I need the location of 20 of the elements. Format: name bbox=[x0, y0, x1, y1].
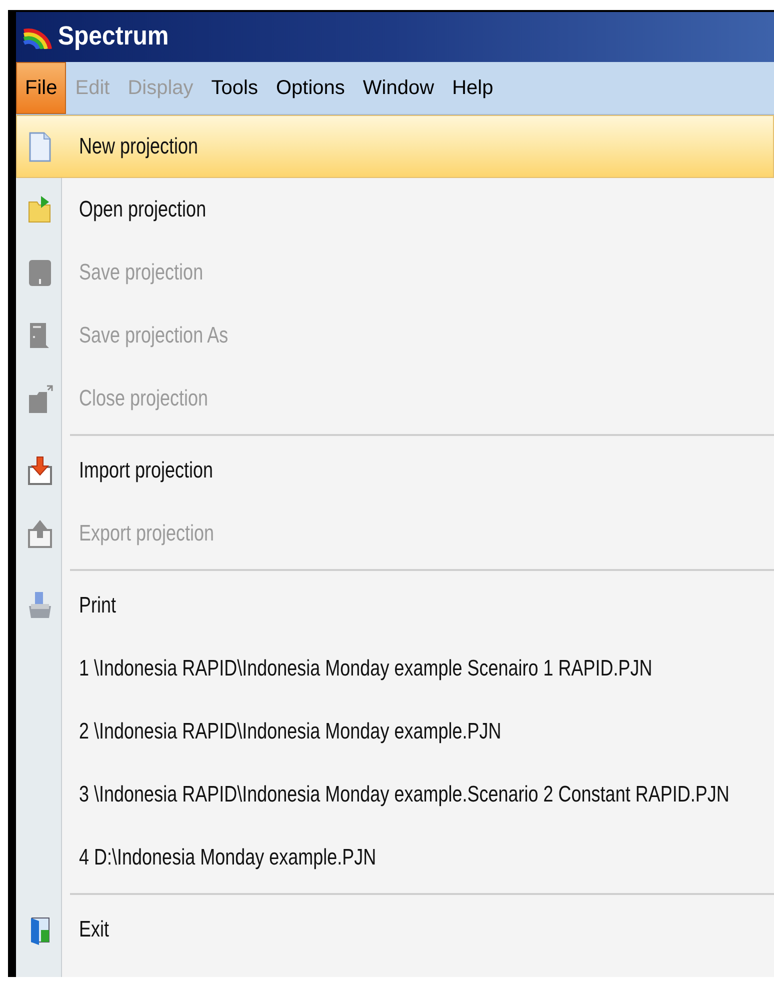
menu-item[interactable]: 1 \Indonesia RAPID\Indonesia Monday example Scenairo 1 RAPID.PJN bbox=[16, 637, 774, 700]
menu-item[interactable]: New projection bbox=[16, 115, 774, 178]
import-icon bbox=[27, 454, 53, 486]
menu-item[interactable]: Exit bbox=[16, 898, 774, 961]
menu-title[interactable]: Window bbox=[354, 62, 444, 114]
window-title: Spectrum bbox=[58, 22, 169, 52]
menu-item[interactable]: Print bbox=[16, 574, 774, 637]
menu-item[interactable]: Import projection bbox=[16, 439, 774, 502]
folder-icon bbox=[27, 382, 53, 414]
menu-title[interactable]: File bbox=[16, 62, 66, 114]
menu-item[interactable]: 4 D:\Indonesia Monday example.PJN bbox=[16, 826, 774, 889]
menu-item[interactable]: 3 \Indonesia RAPID\Indonesia Monday example.Scenario 2 Constant RAPID.PJN bbox=[16, 763, 774, 826]
menu-item[interactable]: Open projection bbox=[16, 178, 774, 241]
export-icon bbox=[27, 518, 53, 550]
menu-title[interactable]: Options bbox=[266, 62, 354, 114]
menu-title[interactable]: Help bbox=[443, 62, 502, 114]
folder-icon bbox=[27, 194, 53, 226]
menu-item[interactable]: 2 \Indonesia RAPID\Indonesia Monday example.PJN bbox=[16, 700, 774, 763]
menu-title[interactable]: Tools bbox=[202, 62, 267, 114]
document-icon bbox=[27, 130, 53, 162]
